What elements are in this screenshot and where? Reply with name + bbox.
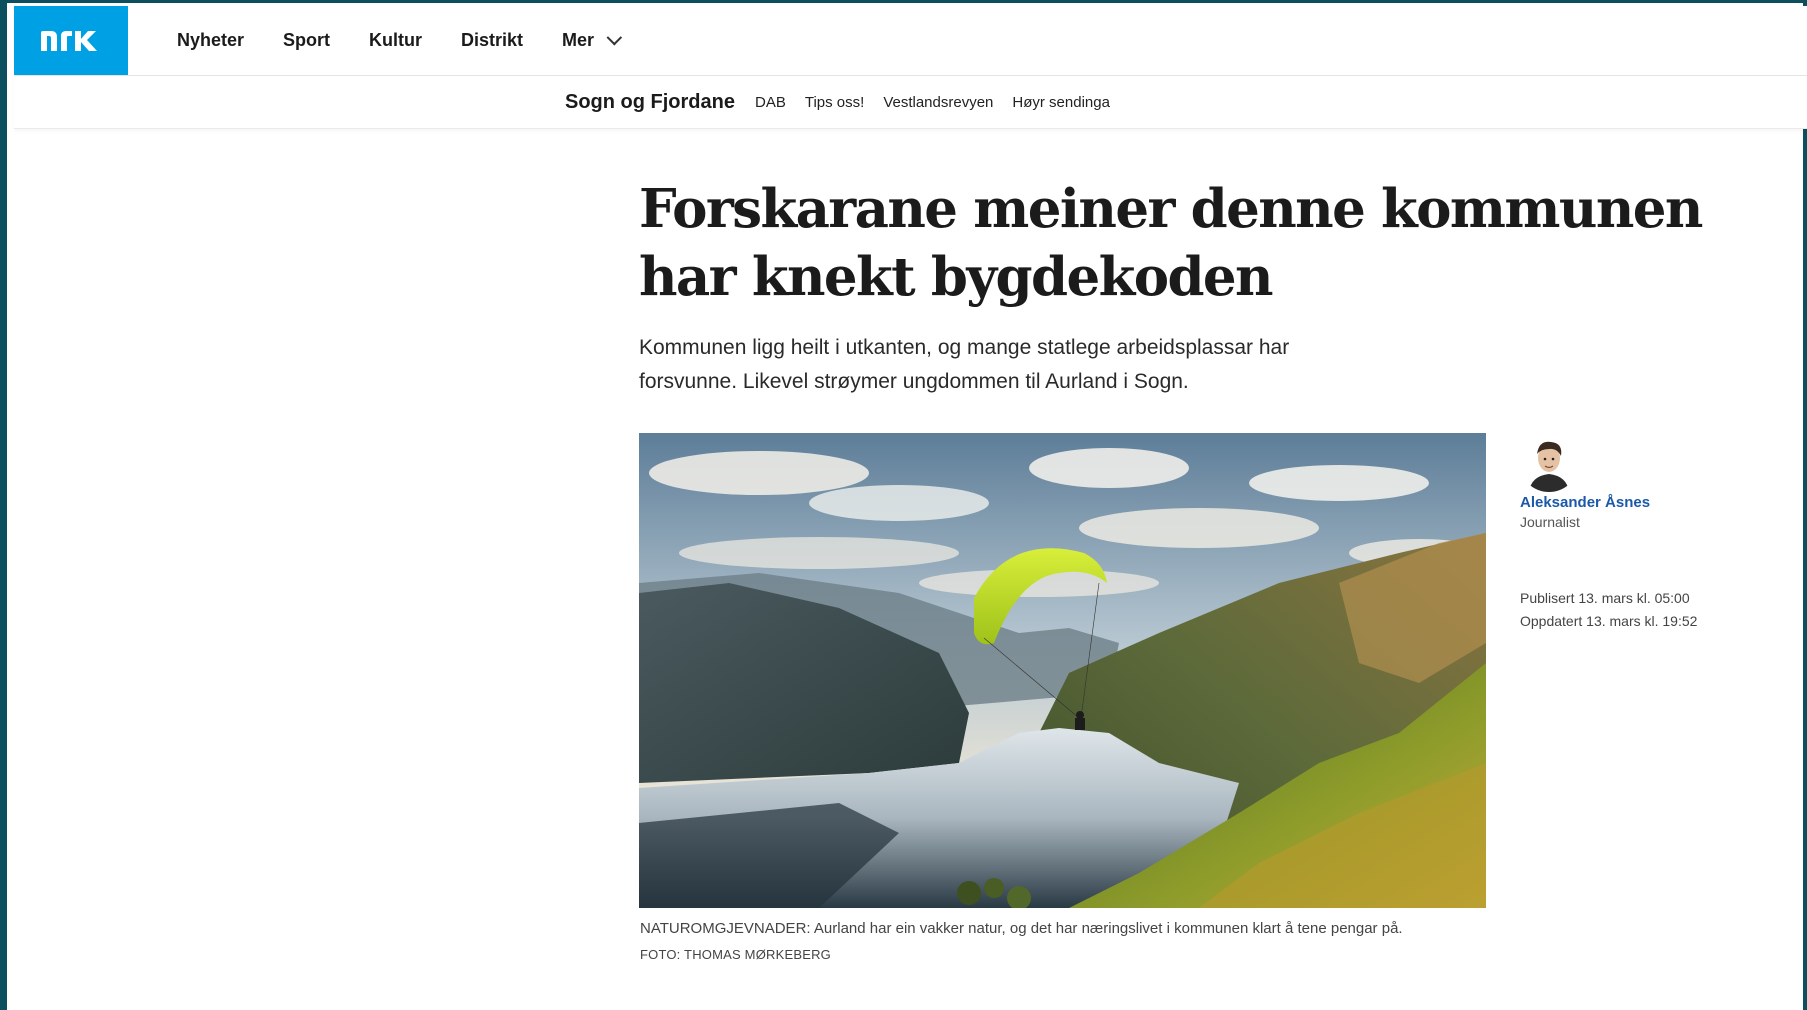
subnav-link-tips[interactable]: Tips oss! bbox=[805, 94, 864, 111]
author-role: Journalist bbox=[1520, 514, 1580, 530]
image-credit: FOTO: THOMAS MØRKEBERG bbox=[640, 947, 831, 962]
district-title[interactable]: Sogn og Fjordane bbox=[565, 91, 735, 114]
nav-item-label: Nyheter bbox=[177, 30, 245, 50]
nrk-logo-icon bbox=[41, 30, 97, 51]
author-avatar[interactable] bbox=[1519, 432, 1579, 492]
nav-item-nyheter[interactable]: Nyheter bbox=[177, 30, 244, 51]
nav-item-label: Mer bbox=[562, 30, 595, 50]
nav-item-label: Distrikt bbox=[461, 30, 524, 50]
nav-item-mer[interactable]: Mer bbox=[562, 29, 623, 51]
nav-item-label: Sport bbox=[283, 30, 331, 50]
updated-timestamp: Oppdatert 13. mars kl. 19:52 bbox=[1520, 613, 1698, 629]
image-caption: NATUROMGJEVNADER: Aurland har ein vakker… bbox=[640, 920, 1403, 937]
nav-item-distrikt[interactable]: Distrikt bbox=[461, 30, 523, 51]
subnav-link-vestlandsrevyen[interactable]: Vestlandsrevyen bbox=[883, 94, 993, 111]
nav-item-kultur[interactable]: Kultur bbox=[369, 30, 422, 51]
top-navigation: Nyheter Sport Kultur Distrikt Mer bbox=[14, 6, 1807, 76]
chevron-down-icon bbox=[606, 29, 623, 46]
published-timestamp: Publisert 13. mars kl. 05:00 bbox=[1520, 590, 1690, 606]
subnav-link-hoyr-sendinga[interactable]: Høyr sendinga bbox=[1012, 94, 1110, 111]
nrk-logo[interactable] bbox=[14, 6, 128, 75]
author-name-link[interactable]: Aleksander Åsnes bbox=[1520, 494, 1650, 511]
article-hero-image[interactable] bbox=[639, 433, 1486, 908]
main-nav: Nyheter Sport Kultur Distrikt Mer bbox=[177, 6, 656, 75]
browser-frame: Nyheter Sport Kultur Distrikt Mer Sogn o… bbox=[0, 0, 1807, 1010]
nav-item-sport[interactable]: Sport bbox=[283, 30, 330, 51]
district-subnav: Sogn og Fjordane DAB Tips oss! Vestlands… bbox=[14, 76, 1807, 129]
nav-item-label: Kultur bbox=[369, 30, 423, 50]
article-lead: Kommunen ligg heilt i utkanten, og mange… bbox=[639, 336, 1290, 393]
subnav-link-dab[interactable]: DAB bbox=[755, 94, 786, 111]
article-headline: Forskarane meiner denne kommunen har kne… bbox=[639, 178, 1703, 308]
